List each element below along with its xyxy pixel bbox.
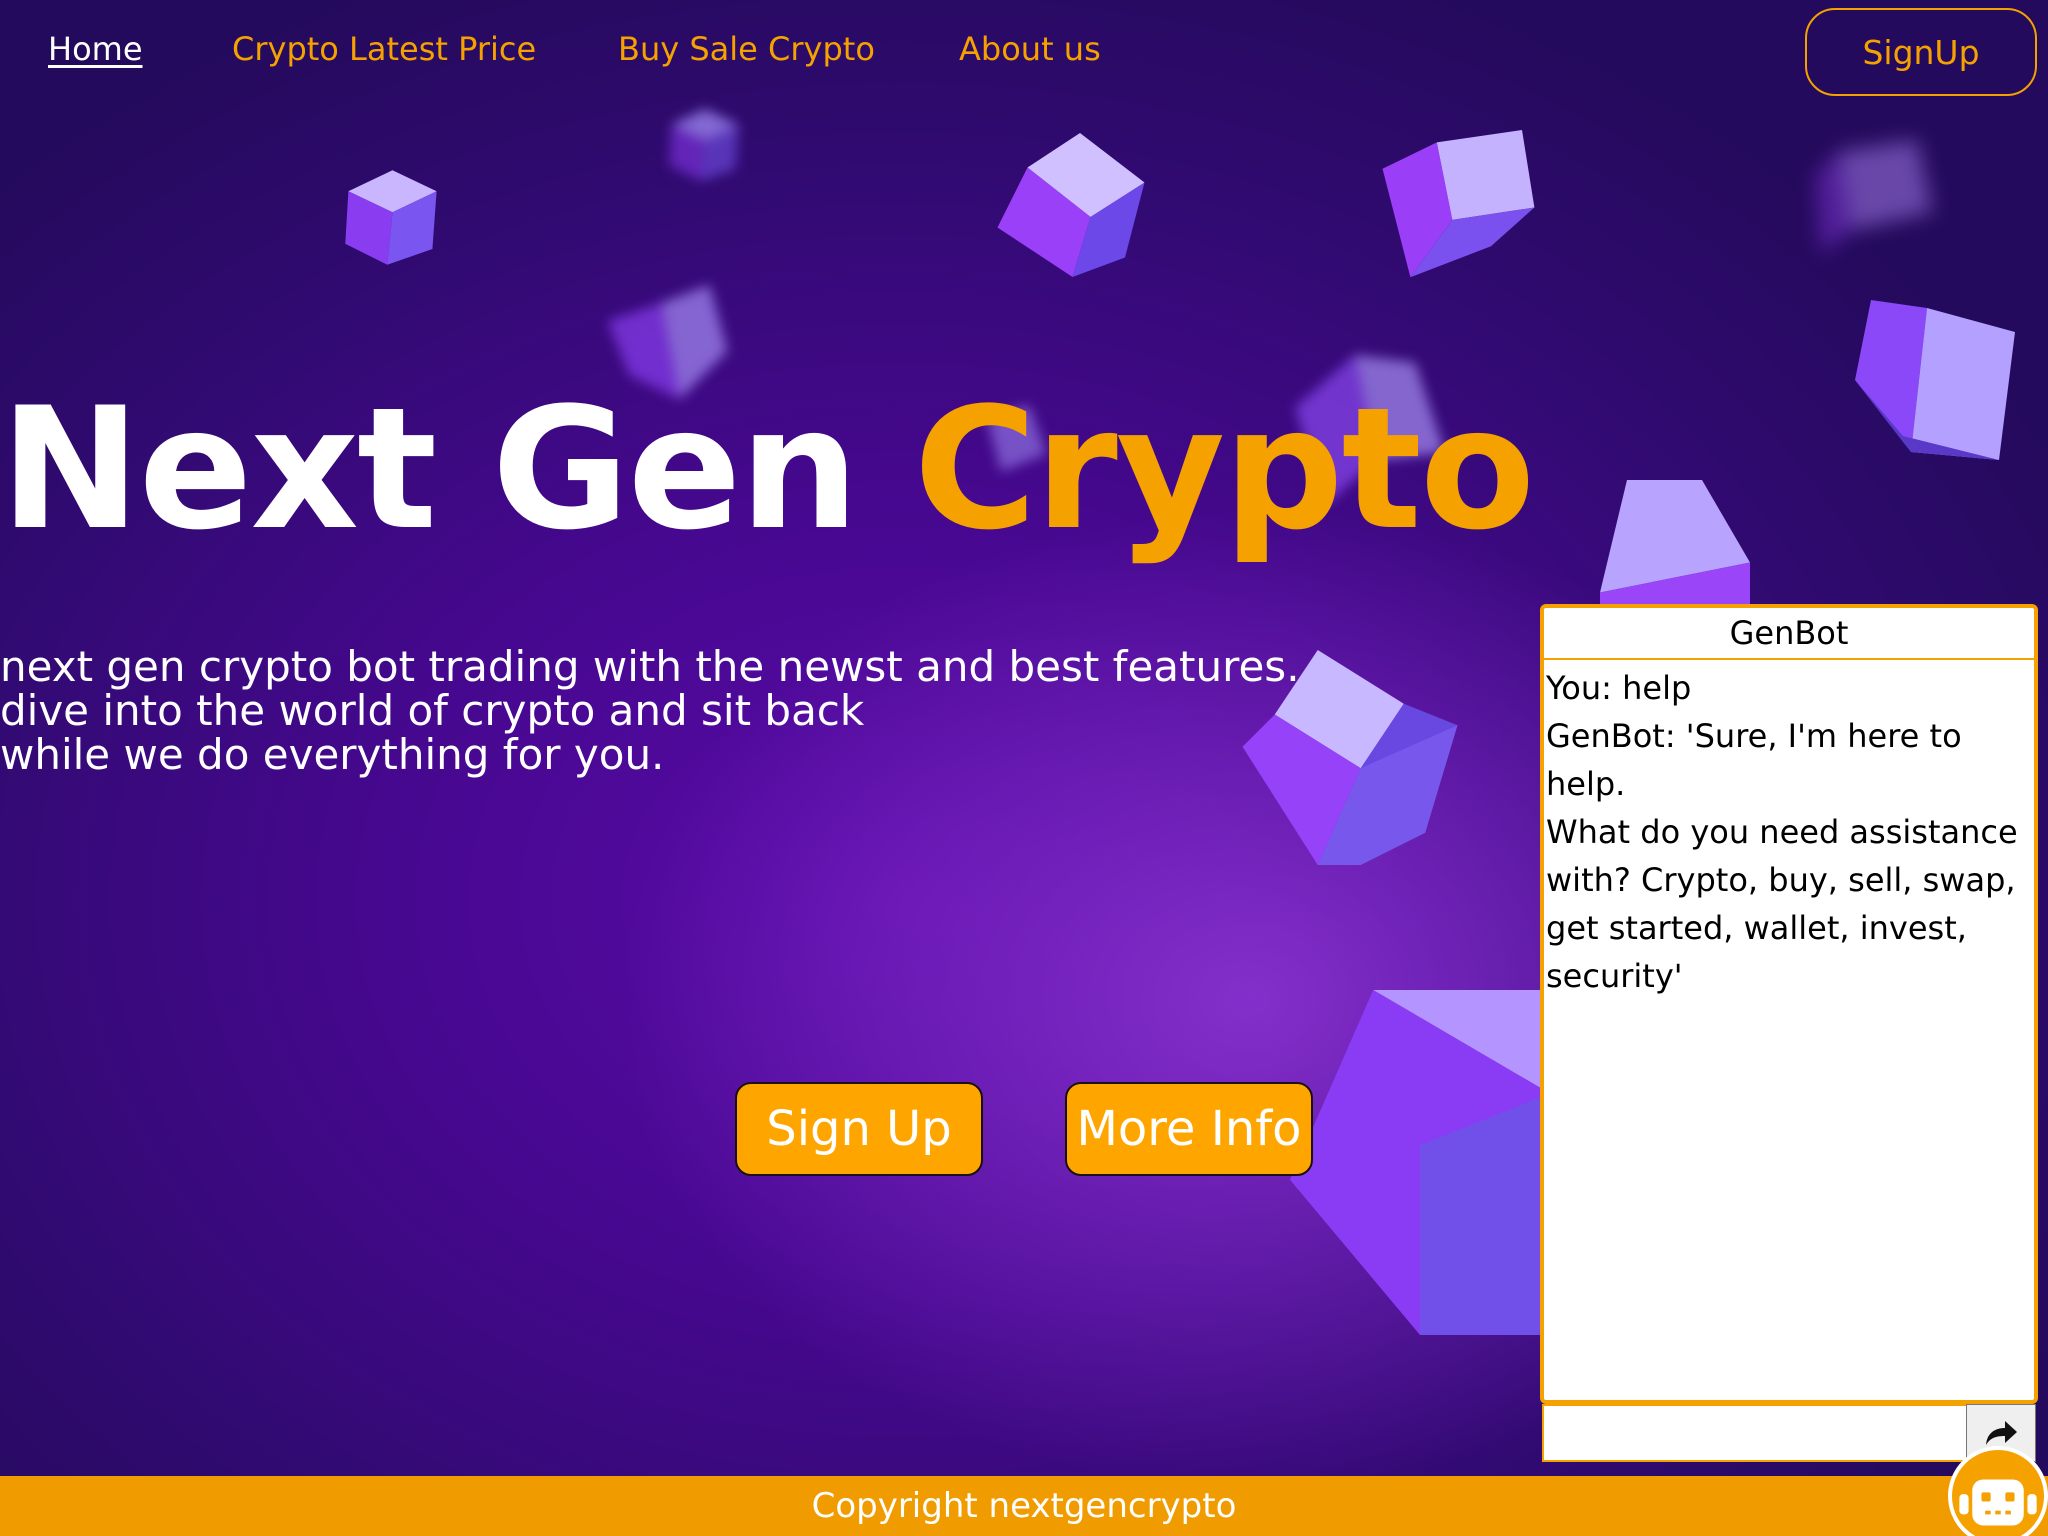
cube-decoration [995,130,1150,280]
cube-decoration [665,105,745,185]
top-nav: Home Crypto Latest Price Buy Sale Crypto… [0,0,2048,110]
hero-subtitle-line: dive into the world of crypto and sit ba… [0,686,865,735]
hero-subtitle-line: while we do everything for you. [0,730,665,779]
chat-message-input[interactable] [1542,1404,1968,1462]
page: Home Crypto Latest Price Buy Sale Crypto… [0,0,2048,1536]
footer: Copyright nextgencrypto [0,1476,2048,1536]
chat-message: with? Crypto, buy, sell, swap, [1546,861,2016,899]
hero-more-info-button[interactable]: More Info [1065,1082,1313,1176]
chat-message: security' [1546,957,1683,995]
cube-decoration [1800,140,1950,260]
chat-message: GenBot: 'Sure, I'm here to help. [1546,717,1962,803]
hero-subtitle: next gen crypto bot trading with the new… [0,645,1300,777]
hero-title-main: Next Gen [0,371,859,567]
chatbot-launcher-button[interactable] [1948,1446,2048,1536]
nav-link-buy-sale-crypto[interactable]: Buy Sale Crypto [618,30,875,68]
hero-subtitle-line: next gen crypto bot trading with the new… [0,642,1300,691]
hero-sign-up-button[interactable]: Sign Up [735,1082,983,1176]
hero-title: Next Gen Crypto [0,385,1535,553]
copyright-text: Copyright nextgencrypto [811,1486,1237,1526]
cube-decoration [1370,130,1550,285]
hero-title-accent: Crypto [913,371,1536,567]
nav-link-crypto-latest-price[interactable]: Crypto Latest Price [232,30,536,68]
signup-button[interactable]: SignUp [1805,8,2037,96]
share-arrow-icon [1983,1418,2019,1448]
cube-decoration [1290,990,1550,1335]
chatbot-messages: You: help GenBot: 'Sure, I'm here to hel… [1544,660,2034,1000]
nav-link-home[interactable]: Home [48,30,143,68]
chat-message: get started, wallet, invest, [1546,909,1967,947]
nav-link-about-us[interactable]: About us [959,30,1101,68]
cube-decoration [340,165,445,270]
chatbot-panel: GenBot You: help GenBot: 'Sure, I'm here… [1540,604,2038,1404]
chat-message: What do you need assistance [1546,813,2018,851]
chatbot-title: GenBot [1544,608,2034,660]
robot-icon [1952,1450,2044,1536]
chat-message: You: help [1546,669,1692,707]
cube-decoration [1835,300,2035,460]
